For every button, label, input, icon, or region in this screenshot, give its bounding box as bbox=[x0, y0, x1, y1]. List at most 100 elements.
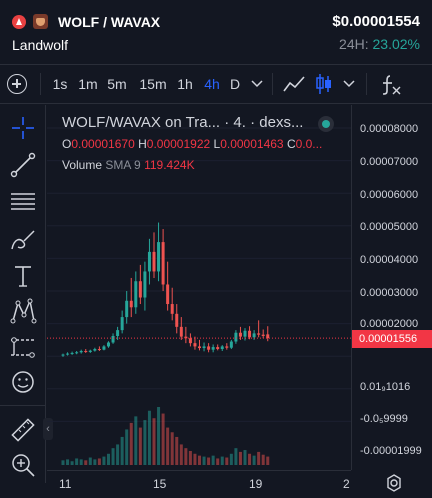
volume-bar bbox=[161, 413, 165, 465]
candle-body bbox=[252, 333, 256, 338]
interval-4h[interactable]: 4h bbox=[201, 65, 223, 103]
time-axis[interactable]: 11 15 19 2 bbox=[47, 470, 351, 498]
close-label: C bbox=[286, 137, 296, 151]
volume-bar bbox=[157, 407, 161, 465]
candle-body bbox=[143, 271, 147, 298]
candle-body bbox=[207, 346, 211, 350]
volume-bar bbox=[84, 460, 88, 465]
volume-bar bbox=[207, 457, 211, 465]
chevron-down-icon[interactable] bbox=[343, 80, 355, 88]
candle-body bbox=[243, 330, 247, 337]
change-24h: 24H: 23.02% bbox=[339, 36, 420, 52]
volume-bar bbox=[266, 456, 270, 465]
volume-bar bbox=[88, 457, 92, 465]
market-status-icon bbox=[318, 116, 334, 132]
volume-bar bbox=[170, 432, 174, 465]
volume-bar bbox=[120, 436, 124, 465]
toolbar-divider bbox=[366, 73, 367, 95]
candle-body bbox=[157, 242, 161, 272]
volume-bar bbox=[202, 456, 206, 465]
indicators-fx-icon[interactable] bbox=[380, 73, 404, 97]
volume-legend: Volume SMA 9 119.424K bbox=[62, 158, 195, 172]
interval-1m[interactable]: 1m bbox=[77, 65, 99, 103]
interval-15m[interactable]: 15m bbox=[138, 65, 168, 103]
price-tick: 0.00005000 bbox=[360, 221, 419, 233]
volume-bar bbox=[234, 448, 238, 465]
chart-legend-title: WOLF/WAVAX on Tra... · 4. · dexs... bbox=[62, 114, 304, 131]
volume-bar bbox=[129, 422, 133, 465]
time-tick: 2 bbox=[343, 477, 350, 491]
price-tick: 0.00007000 bbox=[360, 156, 419, 168]
prediction-measure-icon[interactable] bbox=[8, 333, 38, 363]
volume-bar bbox=[70, 461, 74, 465]
candle-body bbox=[229, 341, 233, 348]
high-value: 0.00001922 bbox=[146, 137, 211, 151]
fib-retracement-icon[interactable] bbox=[8, 187, 38, 217]
line-chart-icon[interactable] bbox=[282, 73, 306, 95]
candles-icon[interactable] bbox=[314, 71, 334, 97]
sma-label: SMA 9 bbox=[105, 158, 141, 172]
candle-body bbox=[61, 354, 65, 356]
candle-body bbox=[220, 346, 224, 350]
candle-body bbox=[107, 342, 110, 347]
interval-5m[interactable]: 5m bbox=[106, 65, 128, 103]
candle-body bbox=[111, 335, 115, 343]
pattern-tool-icon[interactable] bbox=[8, 297, 38, 327]
price-axis[interactable]: 0.00008000 0.00007000 0.00006000 0.00005… bbox=[351, 105, 432, 470]
candle-body bbox=[138, 281, 142, 298]
candle-body bbox=[75, 352, 79, 354]
zoom-in-icon[interactable] bbox=[8, 450, 38, 480]
open-label: O bbox=[62, 137, 72, 151]
volume-bar bbox=[79, 459, 83, 465]
volume-bar bbox=[229, 453, 233, 465]
avalanche-chain-icon bbox=[12, 15, 26, 29]
chart-settings-icon[interactable] bbox=[385, 474, 403, 492]
interval-D[interactable]: D bbox=[228, 65, 242, 103]
volume-bar bbox=[188, 450, 192, 465]
candle-body bbox=[198, 346, 201, 349]
price-tick: 0.00003000 bbox=[360, 287, 419, 299]
candle-body bbox=[234, 332, 238, 342]
interval-1h[interactable]: 1h bbox=[175, 65, 195, 103]
volume-bar bbox=[193, 453, 197, 465]
volume-bar bbox=[184, 448, 188, 465]
candle-body bbox=[193, 343, 197, 347]
price-tick: 0.01₉1016 bbox=[360, 381, 411, 393]
text-tool-icon[interactable] bbox=[8, 261, 38, 291]
volume-bar bbox=[225, 457, 229, 465]
price-tick: 0.00002000 bbox=[360, 318, 419, 330]
interval-1s[interactable]: 1s bbox=[50, 65, 70, 103]
candle-body bbox=[179, 326, 183, 337]
candle-body bbox=[266, 334, 270, 339]
volume-bar bbox=[198, 455, 201, 465]
trend-line-icon[interactable] bbox=[8, 150, 38, 180]
pair-title: WOLF / WAVAX bbox=[58, 14, 161, 30]
chevron-down-icon[interactable] bbox=[251, 80, 263, 88]
candle-body bbox=[66, 353, 70, 355]
candle-body bbox=[216, 347, 220, 350]
crosshair-icon[interactable] bbox=[8, 113, 38, 143]
high-label: H bbox=[138, 137, 147, 151]
volume-bar bbox=[216, 458, 220, 465]
candle-body bbox=[93, 349, 97, 351]
toolbar-divider bbox=[40, 73, 41, 95]
time-tick: 15 bbox=[153, 477, 167, 491]
emoji-icon[interactable] bbox=[8, 367, 38, 397]
ruler-icon[interactable] bbox=[8, 415, 38, 445]
volume-bar bbox=[175, 436, 179, 465]
volume-bar bbox=[116, 444, 120, 465]
candle-body bbox=[116, 330, 120, 336]
volume-bar bbox=[61, 460, 65, 465]
token-price: $0.00001554 bbox=[332, 13, 420, 30]
candle-body bbox=[202, 346, 206, 349]
volume-value: 119.424K bbox=[144, 158, 195, 172]
volume-bar bbox=[102, 456, 106, 465]
add-symbol-icon[interactable] bbox=[7, 74, 27, 94]
volume-bar bbox=[261, 454, 265, 465]
brush-icon[interactable] bbox=[8, 225, 38, 255]
volume-bar bbox=[152, 418, 156, 465]
volume-bar bbox=[75, 458, 79, 465]
volume-bar bbox=[179, 444, 183, 465]
volume-bar bbox=[248, 453, 252, 465]
volume-label: Volume bbox=[62, 158, 103, 172]
